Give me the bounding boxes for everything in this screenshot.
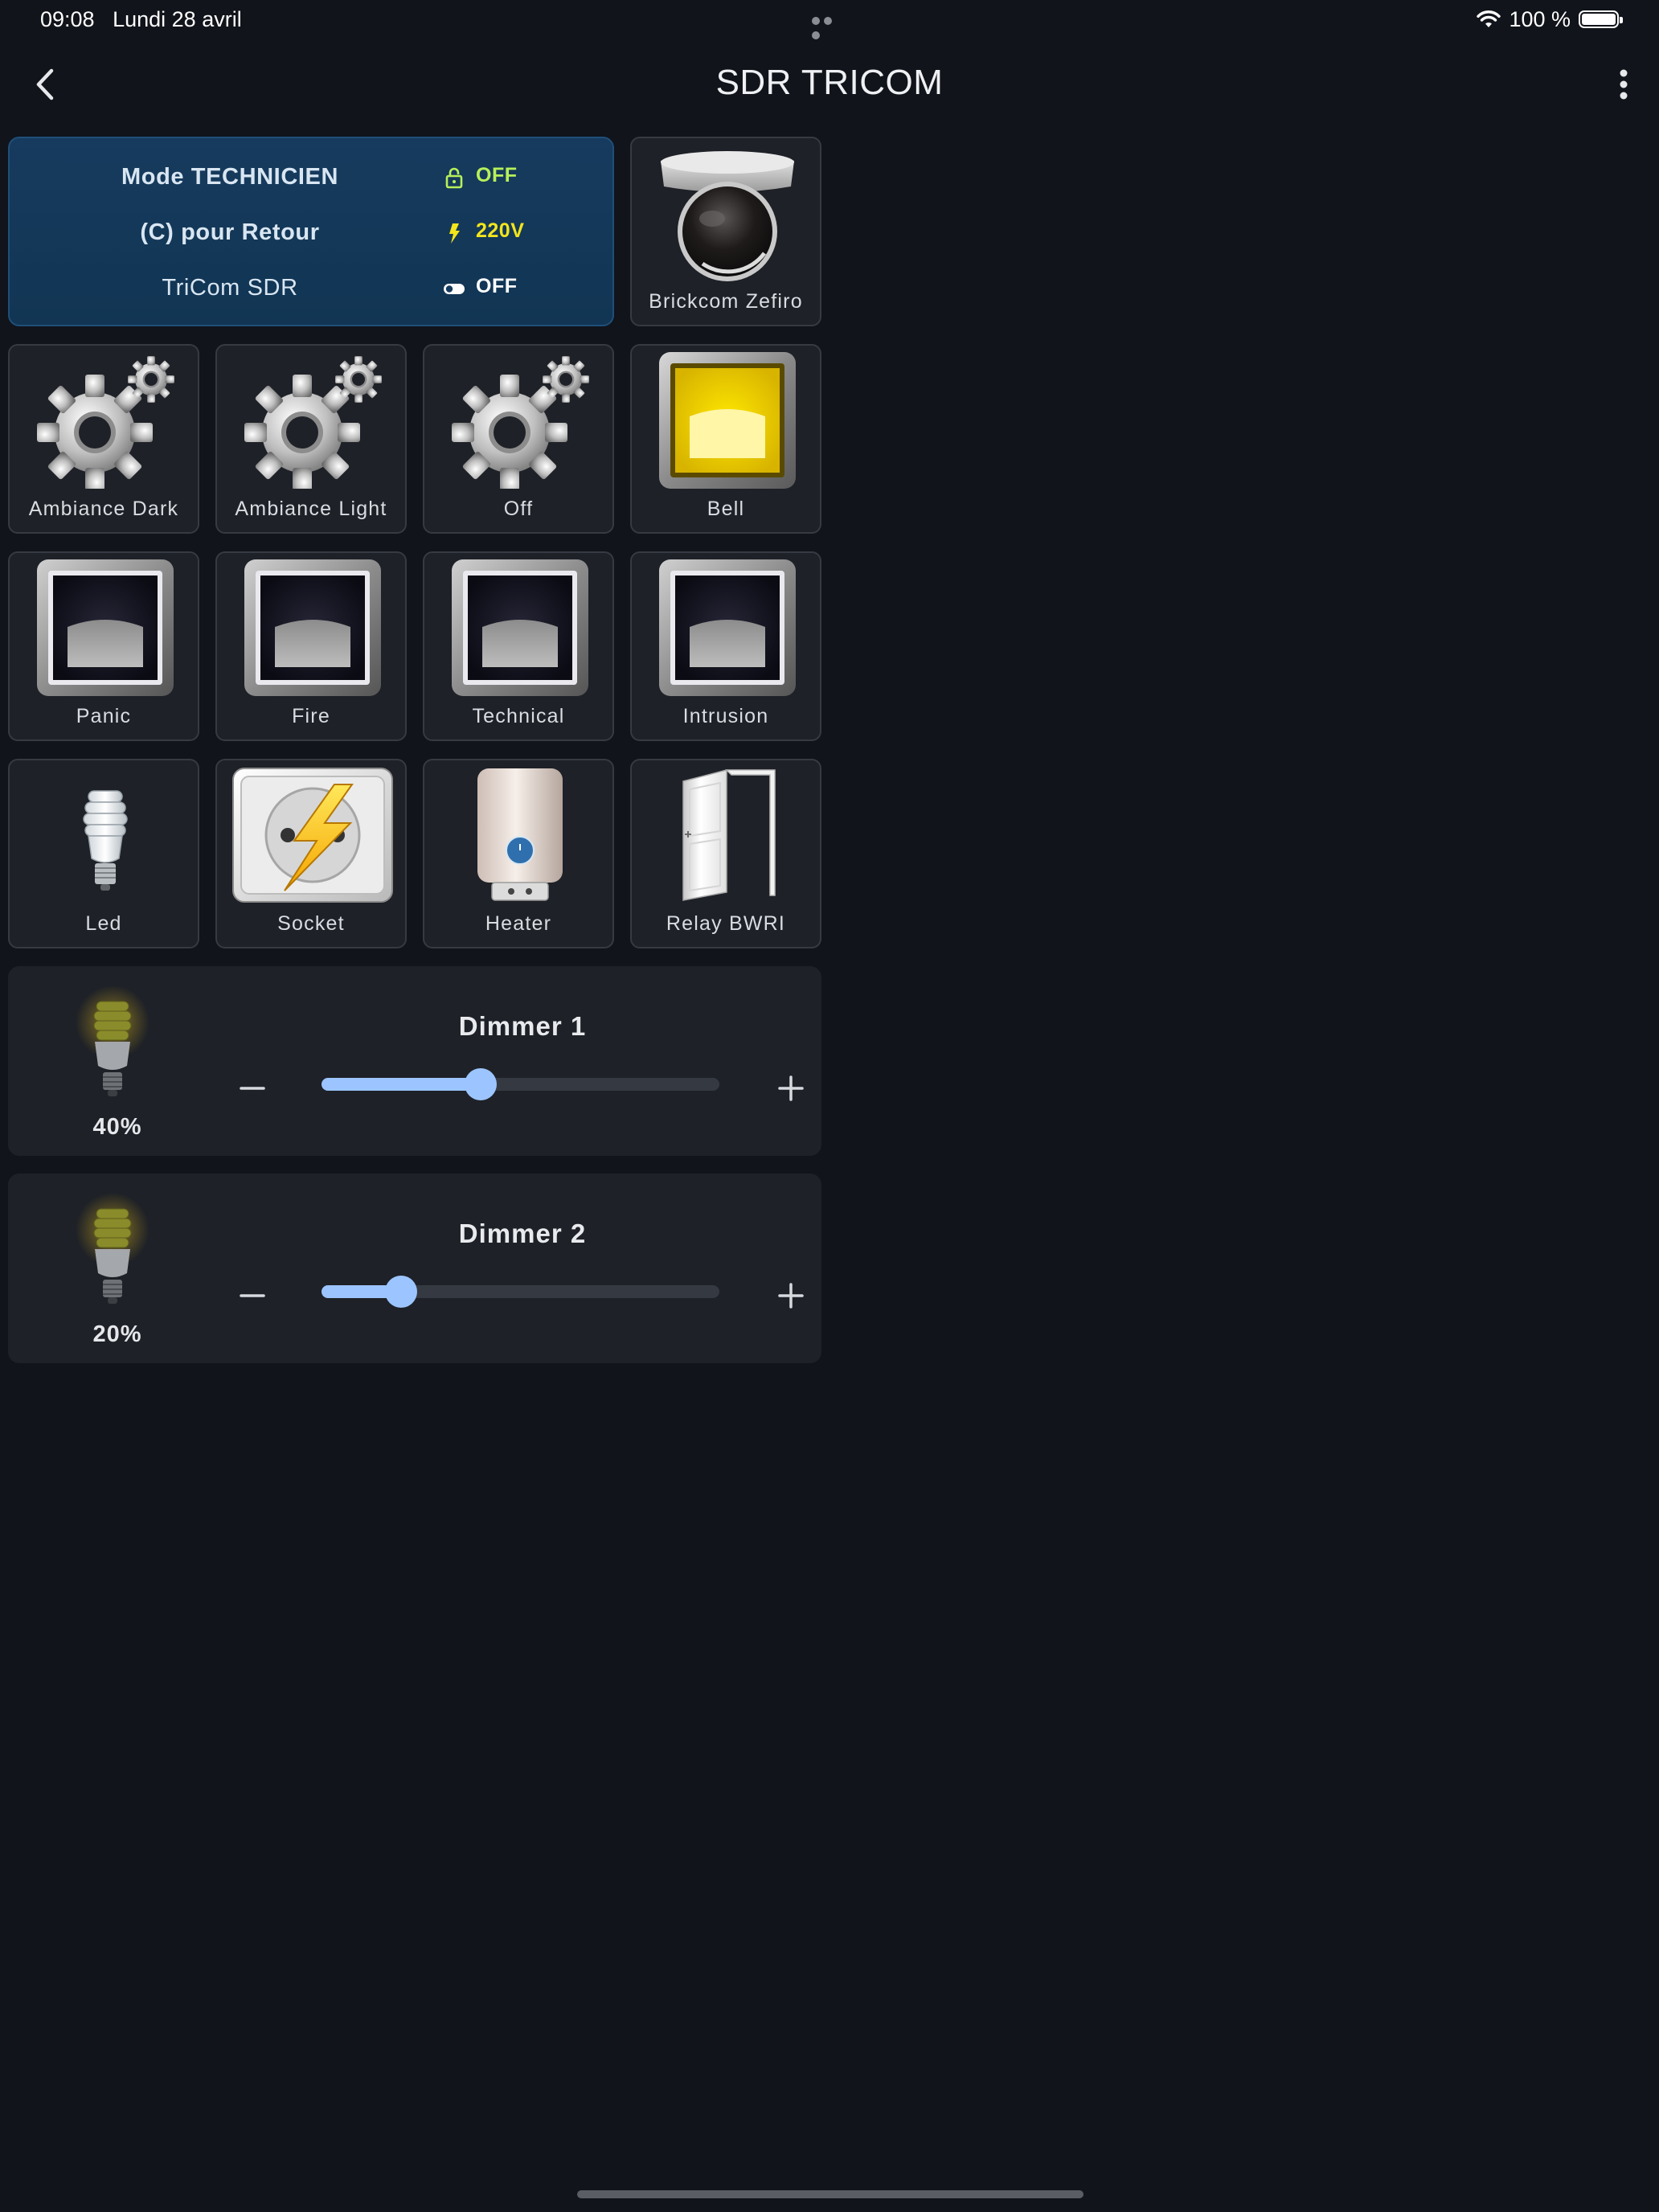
tile-relay-bwri[interactable]: Relay BWRI	[630, 759, 821, 948]
info-value: OFF	[476, 275, 518, 297]
dimmer-percent: 20%	[92, 1321, 142, 1347]
water-heater-icon	[477, 768, 563, 901]
dark-button-icon	[452, 559, 588, 696]
multitasking-dots-icon[interactable]	[812, 14, 847, 39]
dimmer-title: Dimmer 2	[458, 1219, 587, 1248]
tile-label: Socket	[277, 912, 345, 935]
tile-label: Led	[85, 912, 122, 935]
increase-button[interactable]	[773, 1071, 809, 1106]
info-row-retour: (C) pour Retour 220V	[10, 219, 616, 260]
dimmer-slider[interactable]	[322, 1276, 719, 1308]
tile-heater[interactable]: Heater	[423, 759, 614, 948]
tile-label: Ambiance Dark	[28, 498, 179, 520]
decrease-button[interactable]	[235, 1071, 270, 1106]
gear-icon	[217, 352, 408, 489]
home-indicator[interactable]	[577, 2190, 1083, 2198]
technician-info-card[interactable]: Mode TECHNICIEN OFF (C) pour Retour 220V…	[8, 137, 614, 326]
tile-ambiance-dark[interactable]: Ambiance Dark	[8, 344, 199, 534]
gear-icon	[424, 352, 616, 489]
info-label: Mode TECHNICIEN	[121, 164, 338, 190]
status-bar: 09:08 Lundi 28 avril 100 %	[0, 0, 1659, 39]
tile-label: Brickcom Zefiro	[649, 290, 803, 313]
bolt-icon	[449, 223, 460, 244]
slider-thumb[interactable]	[385, 1276, 417, 1308]
slider-fill	[322, 1078, 481, 1091]
info-value: 220V	[476, 219, 525, 242]
info-row-tricom: TriCom SDR OFF	[10, 275, 616, 315]
tile-label: Ambiance Light	[235, 498, 387, 520]
tile-panic[interactable]: Panic	[8, 551, 199, 741]
dome-camera-icon	[661, 151, 794, 281]
tile-label: Intrusion	[682, 705, 769, 727]
info-label: TriCom SDR	[162, 275, 298, 301]
tile-label: Bell	[707, 498, 745, 520]
tile-off[interactable]: Off	[423, 344, 614, 534]
dimmer-2-card: 20% Dimmer 2	[8, 1174, 821, 1363]
tile-technical[interactable]: Technical	[423, 551, 614, 741]
battery-percent: 100 %	[1509, 6, 1571, 31]
dimmer-title: Dimmer 1	[458, 1011, 587, 1041]
gear-icon	[10, 352, 201, 489]
tile-ambiance-light[interactable]: Ambiance Light	[215, 344, 407, 534]
info-label: (C) pour Retour	[140, 219, 320, 245]
info-value: OFF	[476, 164, 518, 186]
tile-intrusion[interactable]: Intrusion	[630, 551, 821, 741]
dimmer-slider[interactable]	[322, 1068, 719, 1100]
lock-icon	[445, 167, 463, 189]
tile-label: Relay BWRI	[666, 912, 786, 935]
decrease-button[interactable]	[235, 1278, 270, 1313]
wifi-icon	[1477, 10, 1501, 27]
tile-label: Off	[503, 498, 534, 520]
more-menu-button[interactable]	[1608, 63, 1640, 106]
increase-button[interactable]	[773, 1278, 809, 1313]
info-row-mode: Mode TECHNICIEN OFF	[10, 164, 616, 204]
tile-socket[interactable]: Socket	[215, 759, 407, 948]
dark-button-icon	[37, 559, 174, 696]
tile-label: Technical	[472, 705, 565, 727]
tile-led[interactable]: Led	[8, 759, 199, 948]
dimmer-bulb-icon	[75, 1192, 150, 1305]
dimmer-1-card: 40% Dimmer 1	[8, 966, 821, 1156]
tile-label: Fire	[292, 705, 330, 727]
battery-icon	[1579, 10, 1623, 28]
dark-button-icon	[659, 559, 796, 696]
toggle-icon	[444, 284, 465, 294]
tile-label: Panic	[76, 705, 132, 727]
dimmer-percent: 40%	[92, 1114, 142, 1140]
tile-fire[interactable]: Fire	[215, 551, 407, 741]
socket-bolt-icon	[232, 768, 393, 903]
dark-button-icon	[244, 559, 381, 696]
bulb-icon	[83, 790, 128, 891]
tile-label: Heater	[485, 912, 552, 935]
slider-thumb[interactable]	[465, 1068, 497, 1100]
page-title: SDR TRICOM	[715, 63, 944, 102]
dimmer-bulb-icon	[75, 985, 150, 1097]
nav-bar: SDR TRICOM	[0, 48, 1659, 121]
tile-brickcom-zefiro[interactable]: Brickcom Zefiro	[630, 137, 821, 326]
tile-bell[interactable]: Bell	[630, 344, 821, 534]
yellow-button-icon	[659, 352, 796, 489]
open-door-icon	[682, 769, 776, 901]
status-indicators: 100 %	[1477, 6, 1623, 31]
status-time: 09:08 Lundi 28 avril	[40, 7, 242, 31]
